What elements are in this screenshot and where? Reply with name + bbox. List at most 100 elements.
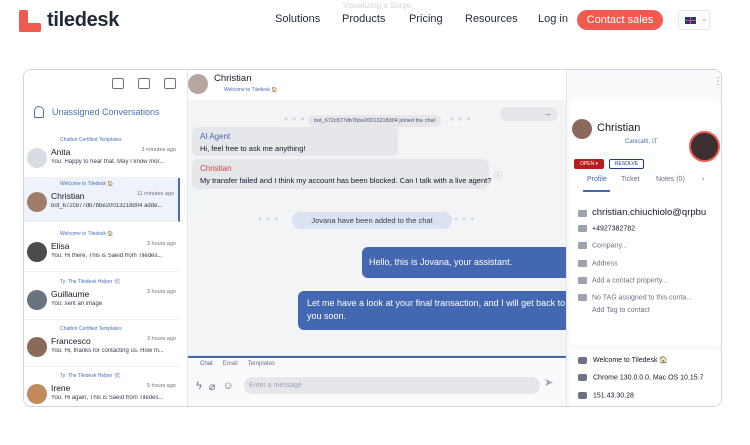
tab-profile[interactable]: Profile bbox=[587, 176, 607, 183]
browser-row: Chrome 130.0.0.0, Mac OS 10.15.7 bbox=[578, 374, 704, 381]
conversation-source: Ty: The Tiledesk Helper 🛠 bbox=[60, 279, 121, 285]
contact-sales-button[interactable]: Contact sales bbox=[577, 10, 663, 30]
ip-row: 151.43.30.28 bbox=[578, 392, 634, 399]
contact-profile-panel: ⋮ Christian Canicattì, IT OPEN ▾ RESOLVE… bbox=[566, 70, 721, 406]
sidebar-toolbar bbox=[112, 78, 176, 89]
conversation-name: Anita bbox=[51, 147, 71, 157]
conversation-time: 11 minutes ago bbox=[136, 191, 174, 197]
chevron-down-icon: ⌄ bbox=[701, 14, 708, 23]
dots-decoration: ● ● ● bbox=[284, 116, 306, 123]
conversation-time: 3 minutes ago bbox=[141, 147, 176, 153]
tag-icon[interactable] bbox=[112, 78, 124, 89]
conversation-item-active[interactable]: Welcome to Tiledesk 🏠 Christian 11 minut… bbox=[24, 178, 180, 222]
add-property-select[interactable]: Add a contact property... bbox=[578, 277, 668, 284]
tab-templates[interactable]: Templates bbox=[248, 361, 275, 367]
message-input[interactable]: Enter a message bbox=[244, 377, 540, 394]
conversation-time: 3 hours ago bbox=[146, 241, 176, 247]
tiledesk-logo[interactable]: tiledesk bbox=[19, 9, 119, 32]
phone-icon bbox=[578, 225, 587, 232]
email-icon bbox=[578, 209, 587, 217]
more-options-icon[interactable]: ⋮ bbox=[713, 76, 721, 87]
conversation-preview: You: sent an image bbox=[51, 301, 103, 307]
tab-notes[interactable]: Notes (0) bbox=[656, 176, 685, 183]
dots-decoration: ● ● ● bbox=[258, 216, 280, 223]
message-sender: Christian bbox=[200, 164, 232, 173]
message-composer: Chat Email Templates ϟ ⌀ ☺ Enter a messa… bbox=[188, 355, 566, 406]
agent-avatar[interactable] bbox=[689, 131, 720, 162]
added-notice: Jovana have been added to the chat bbox=[292, 212, 452, 229]
avatar bbox=[27, 242, 47, 262]
conversation-source: Chatbot Certified Templates bbox=[60, 326, 122, 332]
phone-field[interactable]: +4927382782 bbox=[578, 225, 635, 232]
add-tag-select[interactable]: Add Tag to contact bbox=[592, 307, 650, 314]
nav-resources[interactable]: Resources bbox=[465, 13, 518, 25]
unassigned-header[interactable]: Unassigned Conversations bbox=[34, 106, 160, 118]
resolve-button[interactable]: RESOLVE bbox=[609, 159, 644, 169]
message-sender: AI Agent bbox=[200, 132, 231, 141]
channel-row: Welcome to Tiledesk 🏠 bbox=[578, 356, 668, 364]
monitor-icon bbox=[578, 374, 587, 381]
ghost-text: Visualizing a Surge bbox=[343, 1, 412, 10]
nav-solutions[interactable]: Solutions bbox=[275, 13, 320, 25]
chat-header: Christian Welcome to Tiledesk 🏠 bbox=[188, 70, 566, 100]
lightning-icon[interactable]: ϟ bbox=[196, 380, 202, 393]
send-icon[interactable]: ➤ bbox=[544, 376, 553, 389]
emoji-icon[interactable]: ☺ bbox=[222, 380, 233, 393]
bell-icon bbox=[34, 106, 44, 118]
nav-login[interactable]: Log in bbox=[538, 13, 568, 25]
conversation-item[interactable]: Welcome to Tiledesk 🏠 Elisa 3 hours ago … bbox=[24, 228, 180, 272]
top-navbar: tiledesk Visualizing a Surge Solutions P… bbox=[0, 0, 750, 42]
compose-icon[interactable] bbox=[164, 78, 176, 89]
avatar bbox=[27, 148, 47, 168]
composer-icons: ϟ ⌀ ☺ bbox=[196, 380, 234, 393]
email-field[interactable]: christian.chiuchiolo@qrpbu bbox=[578, 207, 706, 218]
conversation-name: Christian bbox=[51, 191, 85, 201]
language-selector[interactable]: ⌄ bbox=[678, 10, 710, 30]
chat-contact-name: Christian bbox=[214, 73, 252, 84]
conversation-preview: You: Hi there, This is Saeid from Tilede… bbox=[51, 253, 163, 259]
location-icon bbox=[578, 260, 587, 267]
nav-pricing[interactable]: Pricing bbox=[409, 13, 443, 25]
conversation-name: Francesco bbox=[51, 336, 91, 346]
active-tab-indicator bbox=[583, 190, 610, 192]
conversation-source: Welcome to Tiledesk 🏠 bbox=[60, 181, 114, 187]
avatar bbox=[27, 290, 47, 310]
arrow-right-icon: → bbox=[543, 108, 552, 118]
uk-flag-icon bbox=[685, 17, 696, 24]
logo-icon bbox=[19, 9, 41, 32]
inbox-icon[interactable] bbox=[138, 78, 150, 89]
profile-name: Christian bbox=[597, 122, 641, 134]
conversation-name: Elisa bbox=[51, 241, 70, 251]
conversation-preview: You: Hi again, This is Saeid from Tilede… bbox=[51, 395, 164, 401]
conversation-source: Welcome to Tiledesk 🏠 bbox=[60, 231, 114, 237]
message-text: Hi, feel free to ask me anything! bbox=[200, 144, 306, 153]
tab-chat[interactable]: Chat bbox=[200, 361, 213, 367]
agent-message: Hello, this is Jovana, your assistant. bbox=[362, 247, 576, 278]
company-field[interactable]: Company... bbox=[578, 242, 627, 249]
conversation-item[interactable]: Chatbot Certified Templates Anita 3 minu… bbox=[24, 134, 180, 178]
conversation-item[interactable]: Ty: The Tiledesk Helper 🛠 Guillaume 3 ho… bbox=[24, 276, 180, 320]
conversation-preview: bot_672c877db7bbe20013218d04 adde... bbox=[51, 203, 163, 209]
attachment-icon[interactable]: ⌀ bbox=[209, 380, 216, 393]
tab-email[interactable]: Email bbox=[223, 361, 238, 367]
logo-text: tiledesk bbox=[47, 9, 120, 31]
chevron-right-icon[interactable]: › bbox=[702, 176, 704, 183]
conversation-preview: You: Happy to hear that. May I know mor.… bbox=[51, 159, 165, 165]
scroll-arrow-button[interactable]: → bbox=[500, 107, 558, 121]
open-status-button[interactable]: OPEN ▾ bbox=[574, 159, 604, 169]
conversation-item[interactable]: Ty: The Tiledesk Helper 🛠 Irene 5 hours … bbox=[24, 370, 180, 406]
address-field[interactable]: Address bbox=[578, 260, 618, 267]
composer-accent-bar bbox=[188, 356, 566, 358]
dots-decoration: ● ● ● bbox=[454, 216, 476, 223]
conversation-item[interactable]: Chatbot Certified Templates Francesco 3 … bbox=[24, 323, 180, 367]
chat-panel: Christian Welcome to Tiledesk 🏠 ● ● ● bo… bbox=[188, 70, 576, 406]
add-property-icon bbox=[578, 277, 587, 284]
tab-ticket[interactable]: Ticket bbox=[621, 176, 639, 183]
info-icon[interactable]: ⓘ bbox=[494, 170, 503, 181]
profile-location: Canicattì, IT bbox=[625, 139, 658, 145]
profile-tabs: Profile Ticket Notes (0) › bbox=[575, 176, 715, 192]
app-window: Unassigned Conversations Chatbot Certifi… bbox=[23, 69, 722, 407]
nav-products[interactable]: Products bbox=[342, 13, 385, 25]
avatar bbox=[27, 337, 47, 357]
join-notice: bot_672c877db7bbe20013218d04 joined the … bbox=[308, 115, 442, 127]
